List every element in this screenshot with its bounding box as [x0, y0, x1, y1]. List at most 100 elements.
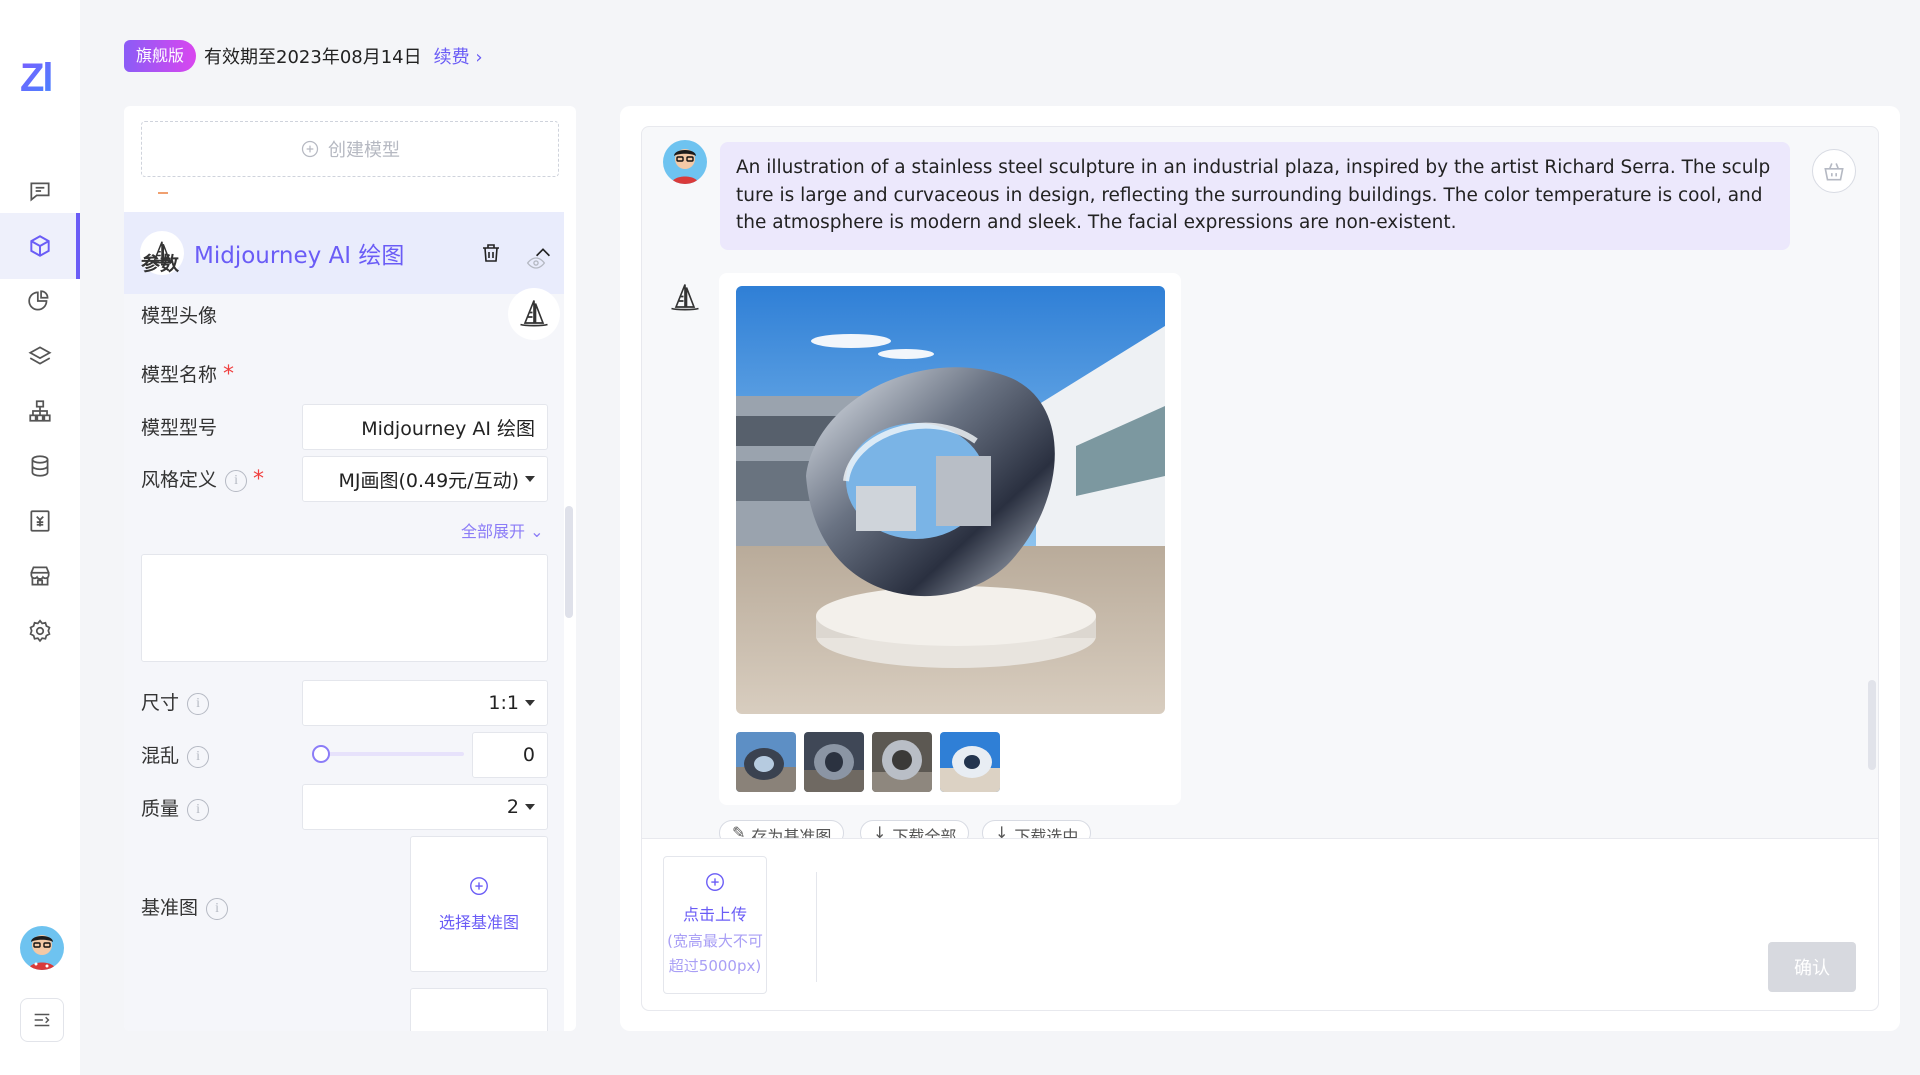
confirm-button[interactable]: 确认	[1768, 942, 1856, 992]
avatar-label: 模型头像	[141, 305, 218, 327]
create-model-label: 创建模型	[328, 140, 400, 161]
store-icon	[30, 566, 50, 586]
chat-icon	[30, 182, 50, 202]
quality-label: 质量 i	[141, 794, 210, 821]
required-mark: *	[223, 362, 235, 387]
size-value: 1:1	[488, 692, 519, 714]
renew-link[interactable]: 续费 ›	[434, 43, 483, 69]
name-label-text: 模型名称	[141, 364, 218, 386]
bot-message-avatar	[663, 276, 707, 320]
model-type-select[interactable]: MJ画图(0.49元/互动)	[302, 456, 548, 502]
model-name-input[interactable]: Midjourney AI 绘图	[302, 404, 548, 450]
input-divider	[816, 872, 817, 982]
required-mark: *	[253, 467, 265, 492]
upload-title: 点击上传	[682, 905, 747, 924]
expand-all-label: 全部展开	[461, 522, 526, 541]
delete-model-button[interactable]	[476, 238, 506, 268]
select-base-image-button[interactable]: 选择基准图	[410, 836, 548, 972]
size-label-text: 尺寸	[141, 692, 180, 714]
thumbnail-image	[872, 732, 932, 792]
size-select[interactable]: 1:1	[302, 680, 548, 726]
settings-icon	[29, 619, 51, 643]
info-icon[interactable]: i	[187, 745, 210, 768]
basket-icon	[1824, 163, 1844, 181]
thumbnail-image	[804, 732, 864, 792]
collapse-sidebar-button[interactable]	[20, 998, 64, 1042]
model-type-value: MJ画图(0.49元/互动)	[338, 469, 519, 492]
eye-icon[interactable]	[526, 253, 546, 273]
quality-label-text: 质量	[141, 798, 180, 820]
model-title: Midjourney AI 绘图	[194, 243, 405, 269]
chaos-value: 0	[522, 744, 535, 766]
style-textarea[interactable]	[141, 554, 548, 662]
quality-select[interactable]: 2	[302, 784, 548, 830]
base-image-label: 基准图 i	[141, 893, 229, 920]
info-icon[interactable]: i	[225, 469, 248, 492]
plugin-icon	[28, 290, 49, 311]
plan-badge: 旗舰版	[124, 40, 197, 72]
upload-image-button[interactable]: 点击上传 (宽高最大不可超过5000px)	[663, 856, 767, 994]
model-header[interactable]: Midjourney AI 绘图	[124, 212, 564, 294]
chaos-input[interactable]: 0	[472, 732, 548, 778]
user-prompt-bubble: An illustration of a stainless steel scu…	[720, 142, 1790, 250]
lock-button[interactable]	[1812, 149, 1856, 193]
chaos-label: 混乱 i	[141, 741, 210, 768]
settings-nav-item[interactable]	[0, 598, 80, 664]
sculpture-image	[736, 286, 1165, 714]
expire-text: 有效期至2023年08月14日	[204, 47, 422, 68]
chaos-slider-thumb[interactable]	[312, 745, 330, 763]
chaos-slider-track[interactable]	[322, 752, 464, 756]
plus-circle-icon	[470, 877, 488, 895]
trash-icon	[483, 244, 499, 262]
user-message-avatar	[663, 140, 707, 184]
info-icon[interactable]: i	[206, 897, 229, 920]
name-label: 模型名称 *	[141, 360, 234, 387]
input-area	[642, 838, 1878, 1010]
caret-down-icon	[525, 804, 535, 810]
subscription-bar: 旗舰版 有效期至2023年08月14日 续费 ›	[124, 40, 483, 72]
sailboat-icon	[520, 300, 548, 327]
chaos-label-text: 混乱	[141, 745, 180, 767]
thumbnail-2[interactable]	[804, 732, 864, 792]
size-label: 尺寸 i	[141, 688, 210, 715]
upload-hint: (宽高最大不可超过5000px)	[667, 932, 763, 975]
select-base-image-label: 选择基准图	[438, 913, 519, 932]
renew-label: 续费	[433, 47, 470, 68]
database-icon	[31, 455, 49, 477]
model-name-value: Midjourney AI 绘图	[361, 417, 535, 440]
left-rail: Zl	[0, 0, 80, 1075]
params-title: 参数	[141, 253, 180, 275]
plus-circle-icon	[301, 140, 319, 158]
type-label: 模型型号	[141, 417, 218, 439]
chevron-double-down-icon: ⌄	[530, 522, 544, 541]
thumbnail-image	[736, 732, 796, 792]
generated-image[interactable]	[736, 286, 1165, 714]
caret-down-icon	[525, 476, 535, 482]
info-icon[interactable]: i	[187, 798, 210, 821]
thumbnail-3[interactable]	[872, 732, 932, 792]
user-avatar[interactable]	[20, 926, 64, 970]
expand-all-link[interactable]: 全部展开 ⌄	[461, 518, 544, 542]
collapse-icon	[34, 1013, 50, 1027]
info-icon[interactable]: i	[187, 692, 210, 715]
plus-circle-icon	[706, 873, 724, 891]
second-upload-box[interactable]	[410, 988, 548, 1031]
layers-icon	[28, 346, 52, 365]
chat-scrollbar[interactable]	[1868, 680, 1876, 770]
thumbnail-1[interactable]	[736, 732, 796, 792]
panel-scrollbar[interactable]	[565, 506, 573, 618]
sailboat-icon	[671, 284, 699, 311]
style-label: 风格定义 i *	[141, 465, 264, 492]
billing-icon	[30, 510, 50, 532]
model-avatar-picker[interactable]	[508, 288, 560, 340]
thumbnail-image	[940, 732, 1000, 792]
model-config-panel: 创建模型 Midjourney AI 绘图 参数 模型头像 模型名称 * Midj…	[124, 106, 576, 1031]
app-logo[interactable]: Zl	[20, 58, 64, 98]
avatar-image	[663, 140, 707, 184]
scroll-hint-mark	[158, 192, 168, 194]
cube-icon	[30, 235, 50, 257]
quality-value: 2	[506, 796, 519, 818]
base-image-label-text: 基准图	[141, 897, 199, 919]
thumbnail-4[interactable]	[940, 732, 1000, 792]
create-model-button[interactable]: 创建模型	[141, 121, 559, 177]
